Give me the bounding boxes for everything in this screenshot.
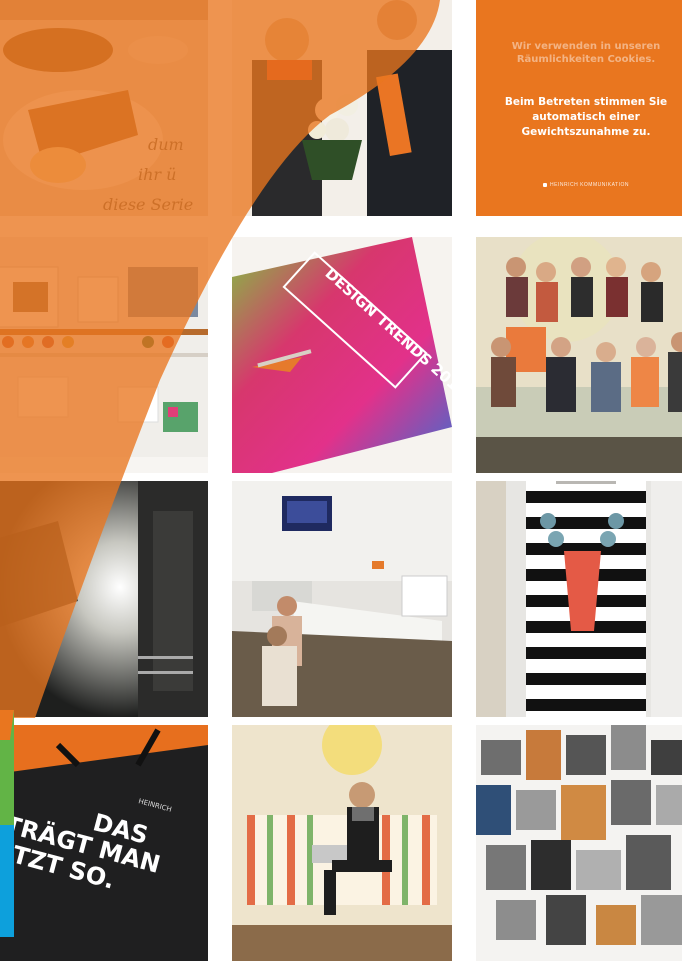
blue-strip [0,825,14,937]
orange-swoosh-overlay [0,0,440,937]
